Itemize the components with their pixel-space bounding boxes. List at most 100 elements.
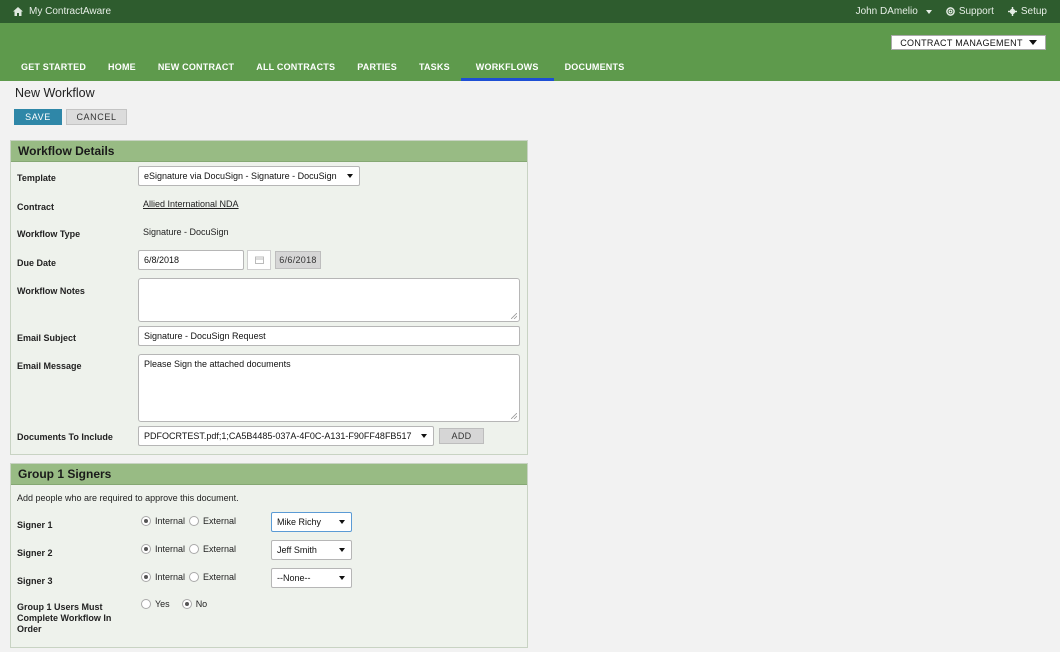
home-link[interactable]: My ContractAware xyxy=(13,6,111,17)
module-select[interactable]: CONTRACT MANAGEMENT xyxy=(891,35,1046,50)
main-nav: GET STARTED HOME NEW CONTRACT ALL CONTRA… xyxy=(0,61,635,81)
lifebuoy-icon xyxy=(946,7,955,16)
contract-link-wrap: Allied International NDA xyxy=(143,199,239,209)
group-signers-panel: Group 1 Signers Add people who are requi… xyxy=(10,463,528,648)
signer-2-internal-radio[interactable]: Internal xyxy=(141,544,185,554)
order-no-radio[interactable]: No xyxy=(181,599,208,609)
chevron-down-icon xyxy=(339,548,345,552)
user-name: John DAmelio xyxy=(855,6,918,17)
email-message-label: Email Message xyxy=(17,361,82,371)
external-label: External xyxy=(203,516,237,526)
signers-note: Add people who are required to approve t… xyxy=(17,493,239,503)
cancel-button[interactable]: CANCEL xyxy=(66,109,127,125)
no-label: No xyxy=(195,599,208,609)
radio-unchecked-icon xyxy=(141,599,151,609)
today-date-button[interactable]: 6/6/2018 xyxy=(275,251,321,269)
signer-3-select[interactable]: --None-- xyxy=(271,568,352,588)
resize-grip-icon xyxy=(511,313,517,319)
signer-3-value: --None-- xyxy=(277,573,311,583)
chevron-down-icon xyxy=(347,174,353,178)
home-icon xyxy=(13,7,23,16)
order-choice: Yes No xyxy=(141,599,211,609)
support-link[interactable]: Support xyxy=(946,6,994,17)
chevron-down-icon xyxy=(1028,40,1037,45)
add-document-button[interactable]: ADD xyxy=(439,428,484,444)
due-date-label: Due Date xyxy=(17,258,57,268)
radio-unchecked-icon xyxy=(189,572,200,582)
email-subject-input[interactable]: Signature - DocuSign Request xyxy=(138,326,520,346)
email-subject-label: Email Subject xyxy=(17,333,77,343)
signer-1-type: Internal External xyxy=(141,516,240,526)
tab-home[interactable]: HOME xyxy=(97,61,147,81)
workflow-details-heading: Workflow Details xyxy=(11,141,527,162)
radio-checked-icon xyxy=(141,544,151,554)
yes-label: Yes xyxy=(155,599,170,609)
documents-select-value: PDFOCRTEST.pdf;1;CA5B4485-037A-4F0C-A131… xyxy=(144,431,412,441)
support-label: Support xyxy=(958,6,994,17)
signer-2-value: Jeff Smith xyxy=(277,545,317,555)
signer-1-external-radio[interactable]: External xyxy=(189,516,236,526)
home-label: My ContractAware xyxy=(29,6,112,17)
app-header: CONTRACT MANAGEMENT GET STARTED HOME NEW… xyxy=(0,23,1060,81)
chevron-down-icon xyxy=(925,9,932,14)
internal-label: Internal xyxy=(155,516,186,526)
signer-3-type: Internal External xyxy=(141,572,240,582)
email-message-value: Please Sign the attached documents xyxy=(144,359,291,369)
tab-documents[interactable]: DOCUMENTS xyxy=(554,61,636,81)
tab-all-contracts[interactable]: ALL CONTRACTS xyxy=(245,61,346,81)
workflow-notes-textarea[interactable] xyxy=(138,278,520,322)
radio-unchecked-icon xyxy=(189,544,200,554)
setup-link[interactable]: Setup xyxy=(1007,6,1047,17)
template-select-value: eSignature via DocuSign - Signature - Do… xyxy=(144,171,337,181)
resize-grip-icon xyxy=(511,413,517,419)
internal-label: Internal xyxy=(155,572,186,582)
workflow-notes-label: Workflow Notes xyxy=(17,286,85,296)
due-date-input[interactable]: 6/8/2018 xyxy=(138,250,244,270)
signer-3-external-radio[interactable]: External xyxy=(189,572,236,582)
contract-label: Contract xyxy=(17,202,55,212)
gear-icon xyxy=(1007,7,1017,16)
workflow-type-label: Workflow Type xyxy=(17,229,81,239)
radio-unchecked-icon xyxy=(189,516,200,526)
external-label: External xyxy=(203,572,237,582)
signer-3-label: Signer 3 xyxy=(17,576,53,586)
signer-2-select[interactable]: Jeff Smith xyxy=(271,540,352,560)
tab-get-started[interactable]: GET STARTED xyxy=(0,61,97,81)
module-select-value: CONTRACT MANAGEMENT xyxy=(900,37,1023,48)
signer-2-external-radio[interactable]: External xyxy=(189,544,236,554)
calendar-icon xyxy=(254,256,264,264)
signer-2-type: Internal External xyxy=(141,544,240,554)
signer-2-label: Signer 2 xyxy=(17,548,53,558)
tab-workflows[interactable]: WORKFLOWS xyxy=(460,61,554,81)
tab-new-contract[interactable]: NEW CONTRACT xyxy=(147,61,245,81)
chevron-down-icon xyxy=(339,520,345,524)
save-button[interactable]: SAVE xyxy=(14,109,62,125)
contract-link[interactable]: Allied International NDA xyxy=(143,199,239,209)
signer-1-label: Signer 1 xyxy=(17,520,53,530)
group-signers-heading: Group 1 Signers xyxy=(11,464,527,485)
email-message-textarea[interactable]: Please Sign the attached documents xyxy=(138,354,520,422)
template-label: Template xyxy=(17,173,56,183)
workflow-type-value: Signature - DocuSign xyxy=(143,227,229,237)
setup-label: Setup xyxy=(1020,6,1047,17)
signer-1-select[interactable]: Mike Richy xyxy=(271,512,352,532)
user-menu[interactable]: John DAmelio xyxy=(856,6,932,17)
radio-checked-icon xyxy=(181,599,192,609)
radio-checked-icon xyxy=(141,572,151,582)
internal-label: Internal xyxy=(155,544,186,554)
tab-tasks[interactable]: TASKS xyxy=(408,61,461,81)
workflow-details-panel: Workflow Details Template eSignature via… xyxy=(10,140,528,455)
documents-select[interactable]: PDFOCRTEST.pdf;1;CA5B4485-037A-4F0C-A131… xyxy=(138,426,434,446)
signer-3-internal-radio[interactable]: Internal xyxy=(141,572,185,582)
template-select[interactable]: eSignature via DocuSign - Signature - Do… xyxy=(138,166,360,186)
calendar-button[interactable] xyxy=(247,250,271,270)
page-title: New Workflow xyxy=(15,86,95,100)
tab-parties[interactable]: PARTIES xyxy=(346,61,408,81)
signer-1-internal-radio[interactable]: Internal xyxy=(141,516,185,526)
order-yes-radio[interactable]: Yes xyxy=(141,599,170,609)
chevron-down-icon xyxy=(339,576,345,580)
order-label: Group 1 Users Must Complete Workflow In … xyxy=(17,602,112,634)
radio-checked-icon xyxy=(141,516,151,526)
documents-label: Documents To Include xyxy=(17,432,113,442)
chevron-down-icon xyxy=(421,434,427,438)
